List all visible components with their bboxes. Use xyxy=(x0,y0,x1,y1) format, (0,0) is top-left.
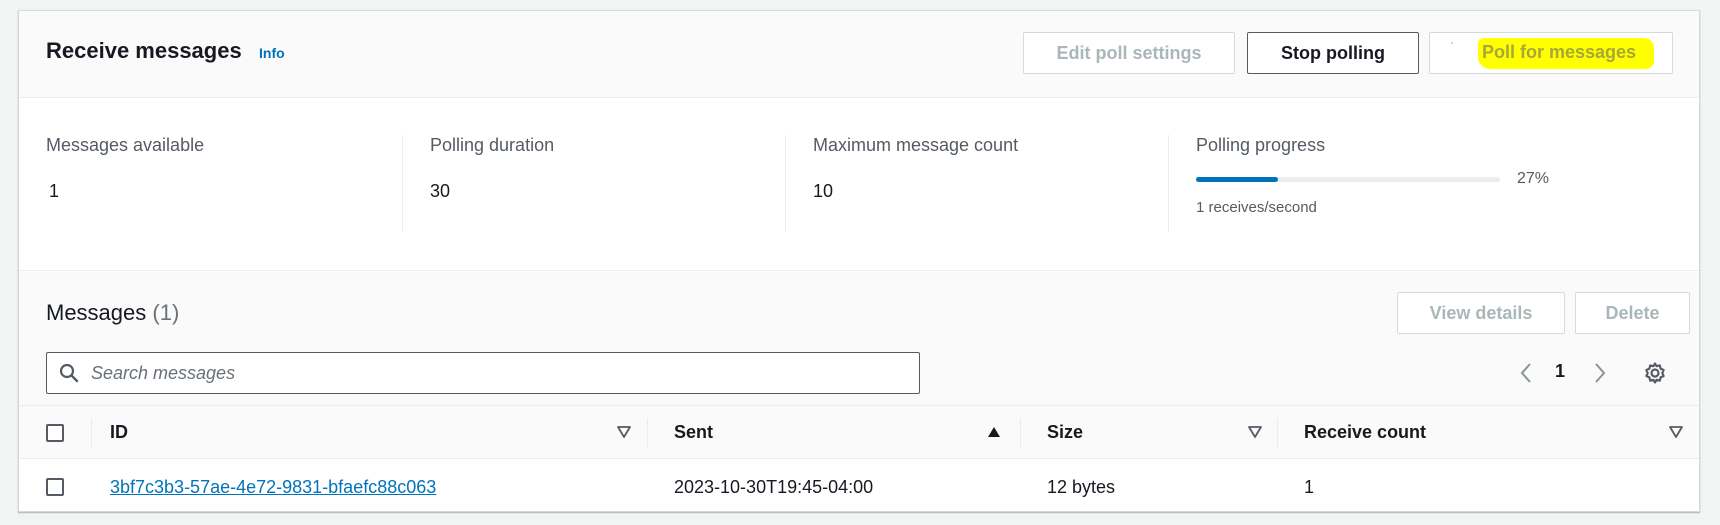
column-header-receive-count[interactable]: Receive count xyxy=(1304,406,1426,459)
info-link[interactable]: Info xyxy=(259,45,285,61)
stat-maximum-message-count: Maximum message count 10 xyxy=(785,135,1168,232)
messages-table: ID Sent Size Receive count 3bf7c3b3-57ae… xyxy=(19,405,1699,511)
column-divider xyxy=(1020,418,1021,448)
progress-percent: 27% xyxy=(1517,170,1550,187)
stat-label: Polling duration xyxy=(430,135,555,155)
delete-button[interactable]: Delete xyxy=(1575,292,1690,334)
stat-messages-available: Messages available 1 xyxy=(46,135,401,232)
page-number[interactable]: 1 xyxy=(1555,361,1565,382)
column-header-id[interactable]: ID xyxy=(110,406,128,459)
panel-header: Receive messages Info Edit poll settings… xyxy=(19,11,1699,98)
messages-title-text: Messages xyxy=(46,300,147,325)
sort-down-icon[interactable] xyxy=(1669,425,1683,439)
progress-rate: 1 receives/second xyxy=(1196,199,1317,216)
chevron-right-icon[interactable] xyxy=(1593,362,1607,384)
stat-label: Maximum message count xyxy=(813,135,1019,155)
table-header: ID Sent Size Receive count xyxy=(19,406,1699,459)
gear-icon[interactable] xyxy=(1643,361,1667,385)
stat-value: 1 xyxy=(49,181,60,201)
stop-polling-button[interactable]: Stop polling xyxy=(1247,32,1419,74)
messages-section: Messages (1) View details Delete 1 xyxy=(19,272,1699,418)
cell-size: 12 bytes xyxy=(1047,476,1116,497)
sort-down-icon[interactable] xyxy=(617,425,631,439)
column-header-sent[interactable]: Sent xyxy=(674,406,713,459)
search-input[interactable] xyxy=(91,362,871,384)
message-id-link[interactable]: 3bf7c3b3-57ae-4e72-9831-bfaefc88c063 xyxy=(110,477,436,498)
view-details-button[interactable]: View details xyxy=(1397,292,1565,334)
receive-messages-panel: Receive messages Info Edit poll settings… xyxy=(18,10,1700,512)
sort-up-icon[interactable] xyxy=(987,425,1001,439)
messages-count: (1) xyxy=(152,300,180,325)
poll-for-messages-label: Poll for messages xyxy=(1478,37,1655,69)
stat-polling-duration: Polling duration 30 xyxy=(402,135,785,232)
polling-stats: Messages available 1 Polling duration 30… xyxy=(19,99,1699,271)
column-divider xyxy=(91,418,92,448)
page-title: Receive messages xyxy=(46,38,242,63)
stat-value: 10 xyxy=(813,181,834,201)
progress-bar-fill xyxy=(1196,177,1279,182)
table-row: 3bf7c3b3-57ae-4e72-9831-bfaefc88c063 202… xyxy=(19,460,1699,511)
chevron-left-icon[interactable] xyxy=(1519,362,1533,384)
stat-value: 30 xyxy=(430,181,451,201)
column-divider xyxy=(1277,418,1278,448)
progress-bar xyxy=(1196,177,1500,182)
edit-poll-settings-button[interactable]: Edit poll settings xyxy=(1023,32,1235,74)
search-icon xyxy=(59,363,79,383)
column-header-size[interactable]: Size xyxy=(1047,406,1083,459)
stat-label: Polling progress xyxy=(1196,135,1326,155)
poll-for-messages-button[interactable]: ˊ Poll for messages xyxy=(1429,32,1673,74)
select-all-checkbox[interactable] xyxy=(46,424,64,442)
column-divider xyxy=(647,418,648,448)
messages-title: Messages (1) xyxy=(46,300,179,326)
search-field[interactable] xyxy=(46,352,920,394)
stat-label: Messages available xyxy=(46,135,205,155)
cell-receive-count: 1 xyxy=(1304,476,1315,497)
loading-spinner-icon: ˊ xyxy=(1450,40,1454,54)
cell-id: 3bf7c3b3-57ae-4e72-9831-bfaefc88c063 xyxy=(110,460,436,511)
cell-sent: 2023-10-30T19:45-04:00 xyxy=(674,476,874,497)
row-checkbox[interactable] xyxy=(46,478,64,496)
sort-down-icon[interactable] xyxy=(1248,425,1262,439)
stat-polling-progress: Polling progress 27% 1 receives/second xyxy=(1168,135,1688,232)
